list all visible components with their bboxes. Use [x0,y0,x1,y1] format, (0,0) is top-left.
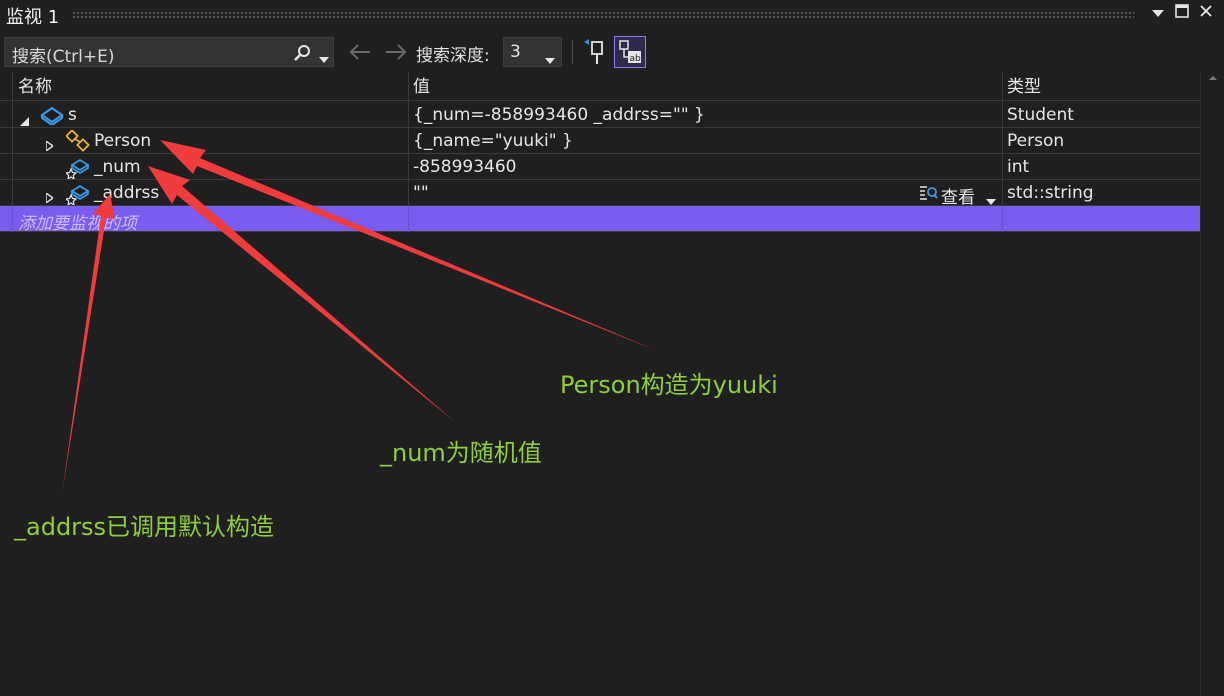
annotation-num: _num为随机值 [380,439,542,467]
row-name: _num [94,157,141,177]
forward-arrow-icon[interactable] [384,42,408,66]
table-row[interactable]: s {_num=-858993460 _addrss="" } Student [0,102,1200,128]
toolbar-separator [572,40,573,64]
add-watch-row[interactable]: 添加要监视的项 [0,206,1200,234]
search-icon[interactable] [293,44,311,66]
search-placeholder: 搜索(Ctrl+E) [12,47,115,67]
annotation-addrss: _addrss已调用默认构造 [14,513,275,541]
row-name: _addrss [94,183,160,203]
maximize-icon[interactable] [1172,4,1192,24]
row-value[interactable]: -858993460 [413,157,516,177]
search-input[interactable]: 搜索(Ctrl+E) [4,37,334,67]
title-bar: 监视 1 [0,0,1224,30]
table-row[interactable]: Person {_name="yuuki" } Person [0,128,1200,154]
svg-text:ab: ab [630,54,642,64]
vertical-scrollbar[interactable] [1200,72,1224,696]
row-value[interactable]: {_name="yuuki" } [413,131,573,151]
close-icon[interactable] [1196,4,1216,24]
expand-arrow-icon[interactable] [45,188,55,207]
toolbar: 搜索(Ctrl+E) 搜索深度: 3 ab [0,34,1224,70]
chevron-down-icon[interactable] [319,48,329,67]
table-row[interactable]: _addrss "" 查看 std::string [0,180,1200,208]
addrss-arrow [62,194,115,494]
row-type: int [1007,157,1030,177]
annotation-person: Person构造为yuuki [560,371,778,399]
column-header-name[interactable]: 名称 [18,72,52,100]
scroll-up-icon[interactable] [1201,72,1224,84]
drag-grip[interactable] [72,11,1134,18]
table-row[interactable]: _num -858993460 int [0,154,1200,181]
pin-icon[interactable] [584,39,608,69]
column-divider [12,206,13,232]
search-depth-value: 3 [510,42,521,62]
add-watch-placeholder[interactable]: 添加要监视的项 [18,209,137,234]
row-name: s [68,105,77,125]
row-type: Person [1007,131,1065,151]
row-type: Student [1007,105,1074,125]
row-type: std::string [1007,183,1094,203]
column-divider [1002,206,1003,232]
back-arrow-icon[interactable] [348,42,372,66]
column-header-type[interactable]: 类型 [1007,72,1041,100]
window-title: 监视 1 [6,7,60,28]
expand-arrow-icon[interactable] [45,136,55,155]
base-class-icon [65,129,90,156]
row-name: Person [94,131,152,151]
search-depth-select[interactable]: 3 [503,37,562,67]
chevron-down-icon [545,49,555,68]
hex-display-toggle[interactable]: ab [614,36,646,68]
column-header-value[interactable]: 值 [413,72,430,100]
row-value[interactable]: {_num=-858993460 _addrss="" } [413,105,705,125]
header-divider [0,100,1200,101]
visualizer-icon[interactable] [920,185,938,205]
row-value[interactable]: "" [413,183,429,203]
window-menu-icon[interactable] [1148,4,1168,24]
column-divider [408,206,409,232]
visualizer-button[interactable]: 查看 [941,183,975,208]
class-object-icon [40,105,64,129]
search-depth-label: 搜索深度: [416,46,490,66]
